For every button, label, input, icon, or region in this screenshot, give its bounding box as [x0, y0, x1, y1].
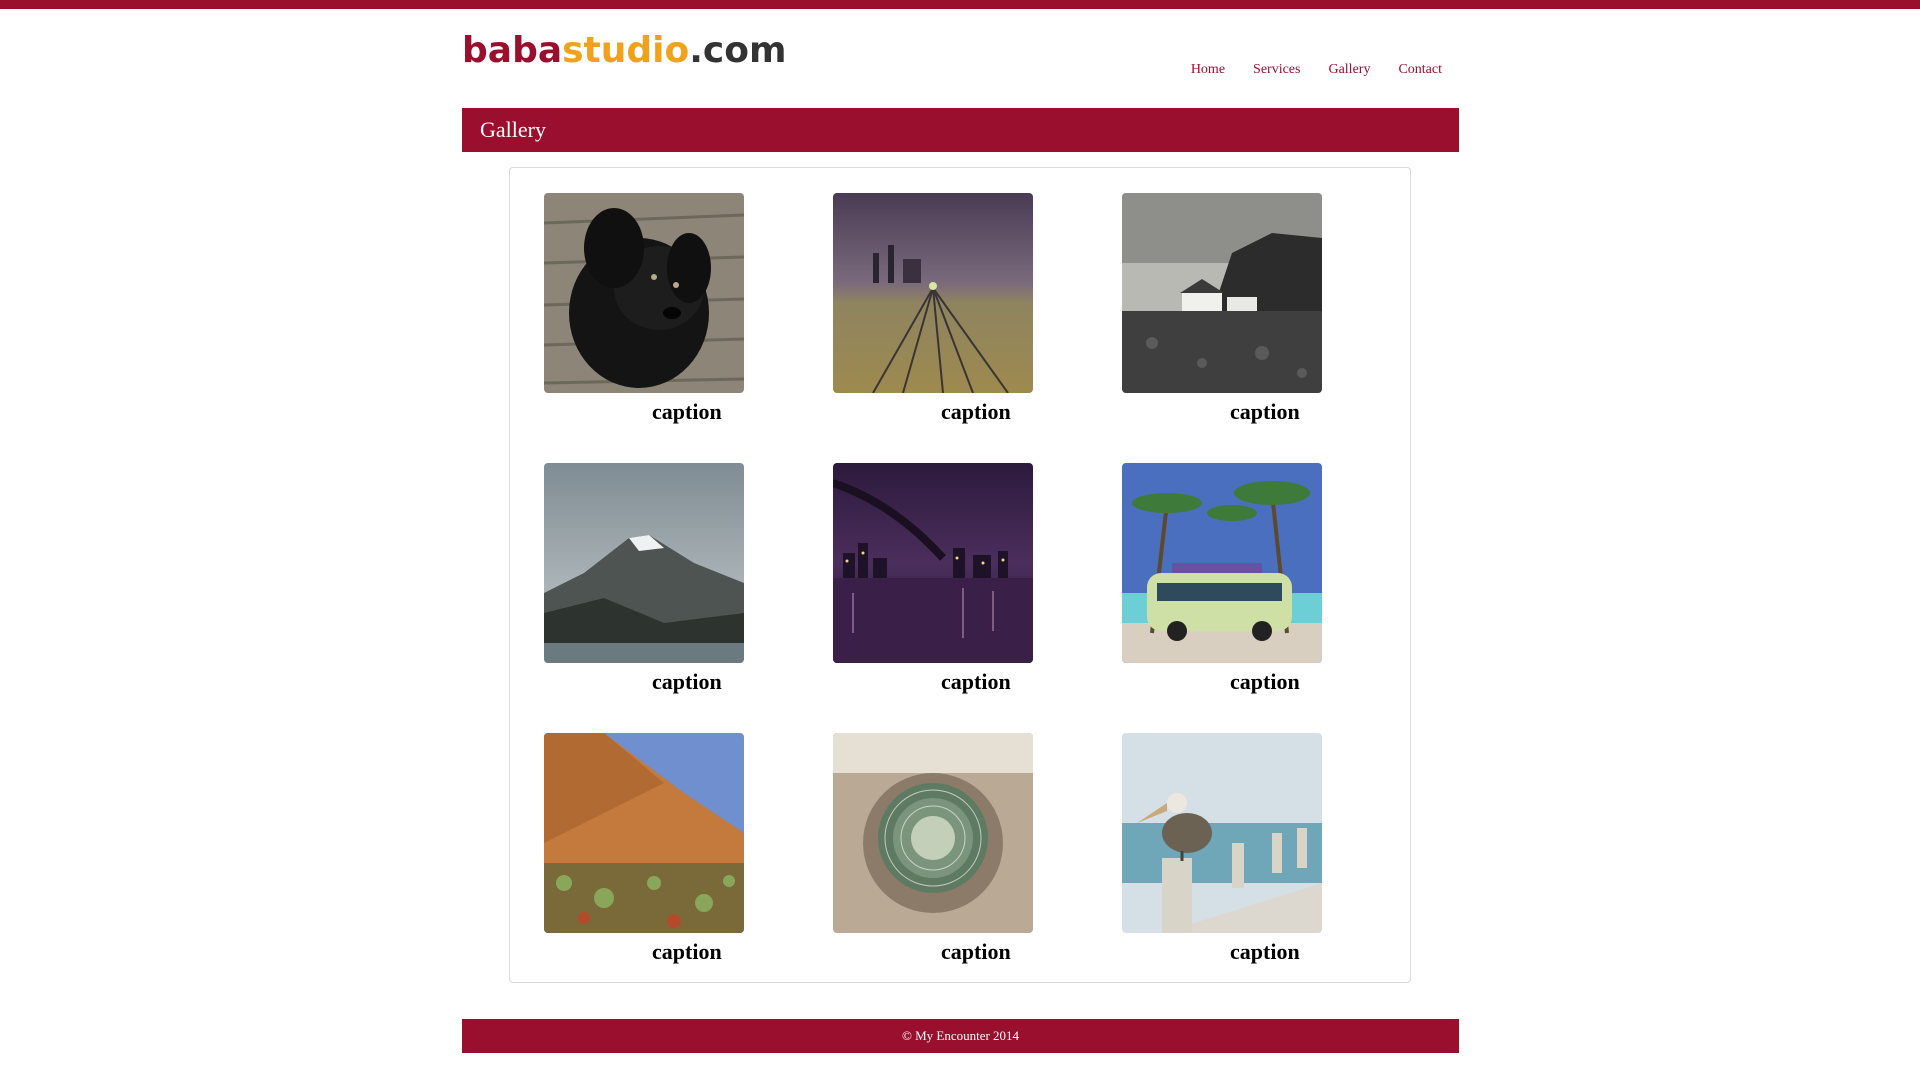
page-title: Gallery [480, 117, 546, 142]
gallery-caption: caption [1230, 399, 1300, 424]
nav-services[interactable]: Services [1253, 62, 1300, 78]
logo-part-com: .com [689, 30, 787, 71]
gallery-item[interactable]: caption [1122, 193, 1322, 424]
nav-contact[interactable]: Contact [1398, 62, 1442, 78]
gallery-image-van-palms[interactable] [1122, 463, 1322, 663]
gallery-caption: caption [652, 669, 722, 694]
gallery-item[interactable]: caption [544, 733, 744, 964]
gallery-item[interactable]: caption [1122, 733, 1322, 964]
gallery-item[interactable]: caption [544, 463, 744, 694]
gallery-caption: caption [1230, 939, 1300, 964]
gallery-caption: caption [941, 939, 1011, 964]
gallery-image-railway[interactable] [833, 193, 1033, 393]
top-accent-strip [0, 0, 1920, 9]
gallery-item[interactable]: caption [833, 463, 1033, 694]
logo-part-studio: studio [562, 30, 690, 71]
main-nav: Home Services Gallery Contact [1163, 62, 1442, 78]
gallery-image-pelican[interactable] [1122, 733, 1322, 933]
gallery-image-cliff-houses[interactable] [1122, 193, 1322, 393]
page-title-bar: Gallery [462, 108, 1459, 152]
nav-home[interactable]: Home [1191, 62, 1225, 78]
nav-gallery[interactable]: Gallery [1328, 62, 1370, 78]
gallery-image-bridge-night[interactable] [833, 463, 1033, 663]
gallery-caption: caption [652, 939, 722, 964]
gallery-image-puppy[interactable] [544, 193, 744, 393]
gallery-item[interactable]: caption [544, 193, 744, 424]
gallery-caption: caption [1230, 669, 1300, 694]
gallery-image-desert[interactable] [544, 733, 744, 933]
gallery-image-mountain[interactable] [544, 463, 744, 663]
footer-copyright: © My Encounter 2014 [901, 1028, 1020, 1043]
site-footer: © My Encounter 2014 [462, 1019, 1459, 1053]
gallery-item[interactable]: caption [1122, 463, 1322, 694]
gallery-panel: caption caption caption caption caption … [509, 167, 1411, 983]
site-logo[interactable]: baba studio .com [462, 30, 787, 71]
gallery-caption: caption [941, 669, 1011, 694]
gallery-caption: caption [941, 399, 1011, 424]
gallery-item[interactable]: caption [833, 193, 1033, 424]
gallery-caption: caption [652, 399, 722, 424]
logo-part-baba: baba [462, 30, 563, 71]
gallery-item[interactable]: caption [833, 733, 1033, 964]
gallery-image-cactus[interactable] [833, 733, 1033, 933]
